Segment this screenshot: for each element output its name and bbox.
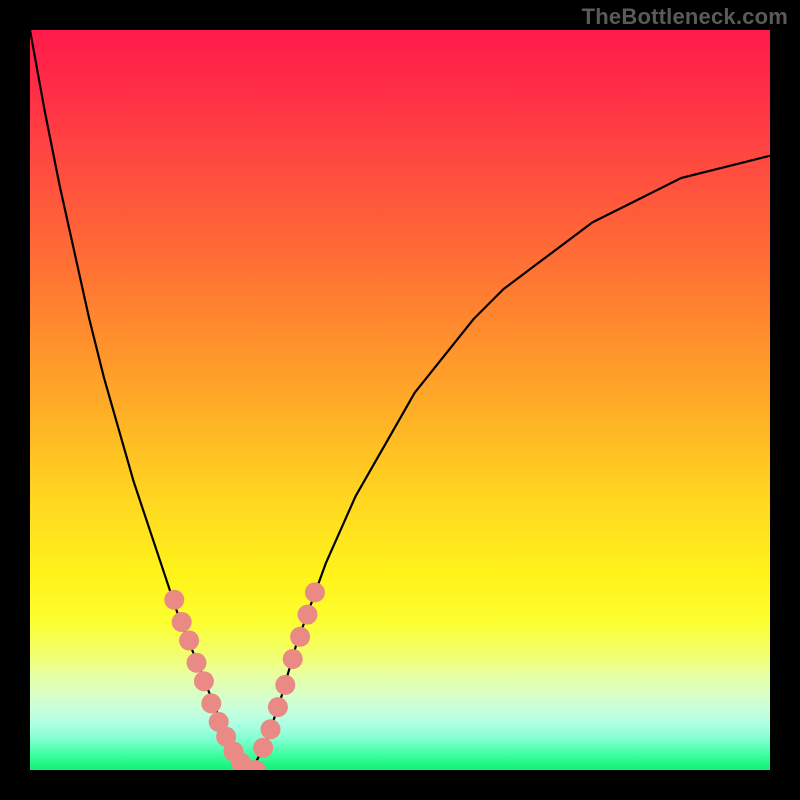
bottleneck-curve xyxy=(30,30,770,770)
data-marker xyxy=(164,590,184,610)
chart-svg xyxy=(30,30,770,770)
data-marker xyxy=(261,719,281,739)
data-marker xyxy=(305,582,325,602)
data-marker xyxy=(253,738,273,758)
data-marker xyxy=(179,631,199,651)
data-marker xyxy=(268,697,288,717)
chart-frame: TheBottleneck.com xyxy=(0,0,800,800)
watermark-text: TheBottleneck.com xyxy=(582,4,788,30)
data-marker xyxy=(283,649,303,669)
marker-group xyxy=(164,582,325,770)
plot-area xyxy=(30,30,770,770)
data-marker xyxy=(275,675,295,695)
data-marker xyxy=(298,605,318,625)
data-marker xyxy=(201,693,221,713)
data-marker xyxy=(187,653,207,673)
data-marker xyxy=(172,612,192,632)
data-marker xyxy=(290,627,310,647)
data-marker xyxy=(194,671,214,691)
